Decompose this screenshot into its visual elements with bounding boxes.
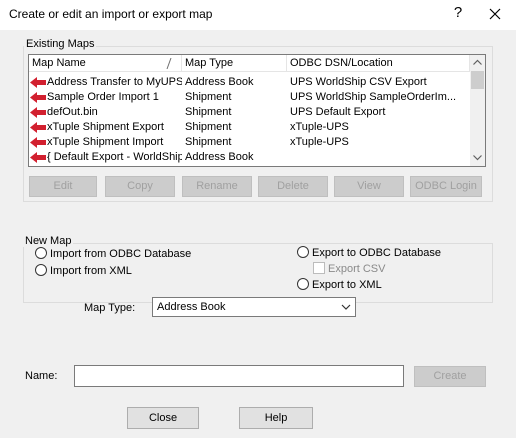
location-cell: xTuple-UPS xyxy=(290,121,349,133)
column-header-map-type[interactable]: Map Type xyxy=(182,55,287,72)
scroll-down-icon[interactable] xyxy=(470,151,485,166)
red-arrow-icon xyxy=(30,122,46,133)
import-xml-option[interactable]: Import from XML xyxy=(35,264,132,278)
table-row[interactable]: defOut.bin Shipment UPS Default Export xyxy=(29,105,470,120)
name-input[interactable] xyxy=(74,365,404,387)
map-type-label: Map Type: xyxy=(84,302,136,314)
rename-button[interactable]: Rename xyxy=(182,176,252,197)
import-odbc-radio[interactable] xyxy=(35,247,47,259)
location-cell: xTuple-UPS xyxy=(290,136,349,148)
map-type-cell: Address Book xyxy=(185,76,254,88)
map-name-cell: Address Transfer to MyUPS xyxy=(47,76,182,88)
map-type-cell: Shipment xyxy=(185,136,232,148)
copy-button[interactable]: Copy xyxy=(105,176,175,197)
table-row[interactable]: Sample Order Import 1 Shipment UPS World… xyxy=(29,90,470,105)
chevron-down-icon xyxy=(341,304,351,310)
export-xml-option[interactable]: Export to XML xyxy=(297,278,382,292)
list-scrollbar[interactable] xyxy=(470,55,485,166)
export-xml-label: Export to XML xyxy=(312,279,382,291)
help-icon[interactable]: ? xyxy=(448,4,468,21)
map-type-cell: Shipment xyxy=(185,91,232,103)
map-name-cell: Sample Order Import 1 xyxy=(47,91,159,103)
import-xml-label: Import from XML xyxy=(50,265,132,277)
map-type-cell: Shipment xyxy=(185,106,232,118)
import-odbc-option[interactable]: Import from ODBC Database xyxy=(35,247,191,261)
location-cell xyxy=(290,150,470,165)
red-arrow-icon xyxy=(30,77,46,88)
red-arrow-icon xyxy=(30,107,46,118)
title-bar: Create or edit an import or export map ? xyxy=(0,0,516,30)
export-odbc-label: Export to ODBC Database xyxy=(312,247,442,259)
close-button[interactable]: Close xyxy=(127,407,199,429)
export-xml-radio[interactable] xyxy=(297,278,309,290)
map-name-cell: xTuple Shipment Import xyxy=(47,136,164,148)
table-row[interactable]: Address Transfer to MyUPS Address Book U… xyxy=(29,75,470,90)
odbc-login-button[interactable]: ODBC Login xyxy=(410,176,482,197)
scroll-up-icon[interactable] xyxy=(470,55,485,70)
map-name-cell: xTuple Shipment Export xyxy=(47,121,164,133)
table-row[interactable]: { Default Export - WorldShip } Address B… xyxy=(29,150,470,165)
column-header-map-name[interactable]: Map Name xyxy=(29,55,182,72)
red-arrow-icon xyxy=(30,152,46,163)
edit-button[interactable]: Edit xyxy=(29,176,97,197)
new-map-label: New Map xyxy=(23,235,74,247)
help-button[interactable]: Help xyxy=(239,407,313,429)
map-type-value: Address Book xyxy=(157,301,226,313)
map-name-cell: { Default Export - WorldShip } xyxy=(47,151,182,163)
close-icon[interactable] xyxy=(483,2,507,26)
import-odbc-label: Import from ODBC Database xyxy=(50,248,192,260)
map-name-cell: defOut.bin xyxy=(47,106,98,118)
export-csv-option[interactable]: Export CSV xyxy=(313,262,385,276)
red-arrow-icon xyxy=(30,92,46,103)
map-type-cell: Address Book xyxy=(185,151,254,163)
existing-maps-label: Existing Maps xyxy=(24,38,97,50)
table-row[interactable]: xTuple Shipment Export Shipment xTuple-U… xyxy=(29,120,470,135)
map-type-cell: Shipment xyxy=(185,121,232,133)
location-cell: UPS WorldShip CSV Export xyxy=(290,76,427,88)
name-label: Name: xyxy=(25,370,58,382)
import-xml-radio[interactable] xyxy=(35,264,47,276)
location-cell: UPS Default Export xyxy=(290,106,386,118)
column-resize-icon xyxy=(166,58,172,69)
export-odbc-radio[interactable] xyxy=(297,246,309,258)
column-header-location[interactable]: ODBC DSN/Location xyxy=(287,55,470,72)
export-odbc-option[interactable]: Export to ODBC Database xyxy=(297,246,441,260)
map-type-select[interactable]: Address Book xyxy=(152,297,356,317)
table-row[interactable]: xTuple Shipment Import Shipment xTuple-U… xyxy=(29,135,470,150)
red-arrow-icon xyxy=(30,137,46,148)
create-button[interactable]: Create xyxy=(414,366,486,387)
export-csv-label: Export CSV xyxy=(328,263,386,275)
scroll-thumb[interactable] xyxy=(471,71,484,89)
maps-list-header: Map Name Map Type ODBC DSN/Location xyxy=(29,55,470,72)
window-title: Create or edit an import or export map xyxy=(9,7,213,21)
delete-button[interactable]: Delete xyxy=(258,176,328,197)
location-cell: UPS WorldShip SampleOrderIm... xyxy=(290,91,457,103)
export-csv-checkbox[interactable] xyxy=(313,262,325,274)
view-button[interactable]: View xyxy=(334,176,404,197)
maps-list[interactable]: Map Name Map Type ODBC DSN/Location Addr… xyxy=(28,54,486,167)
